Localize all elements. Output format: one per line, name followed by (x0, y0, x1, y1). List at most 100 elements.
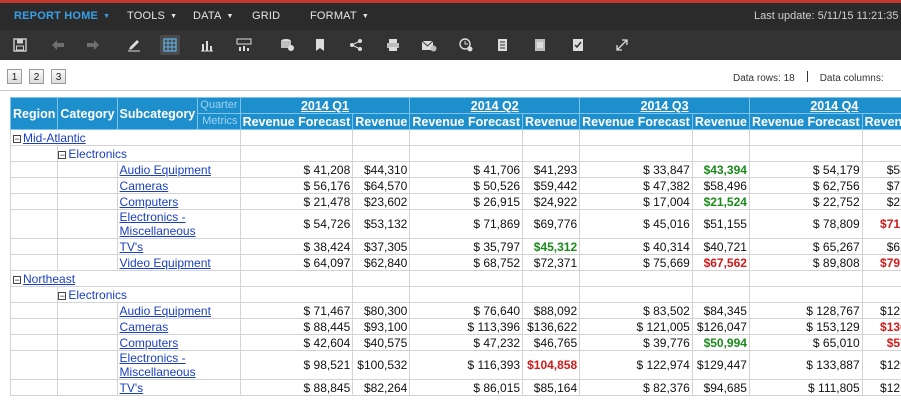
empty-cell (57, 334, 118, 351)
revenue-value: $57,5 (861, 334, 901, 351)
subcategory-link[interactable]: Cameras (120, 320, 169, 334)
page-button-2[interactable]: 2 (29, 69, 44, 84)
column-header-category[interactable]: Category (57, 97, 118, 130)
forecast-value: $ 35,797 (409, 238, 524, 255)
metric-header-revenue[interactable]: Revenue (861, 113, 901, 130)
revenue-value: $21,524 (691, 193, 750, 210)
empty-cell (9, 286, 59, 303)
menu-format[interactable]: FORMAT ▼ (310, 10, 369, 22)
empty-cell (748, 286, 863, 303)
metrics-axis-label: Metrics (197, 113, 241, 130)
subcategory-link[interactable]: Cameras (120, 179, 169, 193)
divider (806, 71, 808, 82)
subcategory-link[interactable]: Electronics - Miscellaneous (120, 211, 238, 238)
export-icon[interactable] (493, 35, 513, 55)
menu-data[interactable]: DATA ▼ (193, 10, 234, 22)
revenue-value: $27,0 (861, 193, 901, 210)
add-data-icon[interactable] (277, 35, 297, 55)
empty-cell (239, 145, 354, 162)
empty-cell (522, 286, 581, 303)
subcategory-link[interactable]: Electronics - Miscellaneous (120, 352, 238, 379)
revenue-value: $129,9 (861, 350, 901, 380)
column-header-region[interactable]: Region (9, 97, 59, 130)
quarter-axis-label: Quarter (197, 97, 241, 114)
region-label: Mid-Atlantic (23, 130, 86, 145)
subcategory-cell: Electronics - Miscellaneous (116, 209, 241, 239)
subcategory-link[interactable]: Audio Equipment (120, 304, 211, 318)
metric-header-revenue[interactable]: Revenue (691, 113, 750, 130)
fullscreen-icon[interactable] (612, 35, 632, 55)
page-button-1[interactable]: 1 (7, 69, 22, 84)
metric-header-forecast[interactable]: Revenue Forecast (579, 113, 693, 130)
forecast-value: $ 54,179 (748, 161, 863, 178)
collapse-icon[interactable]: − (13, 134, 21, 143)
metric-header-forecast[interactable]: Revenue Forecast (239, 113, 354, 130)
menu-tools[interactable]: TOOLS ▼ (127, 10, 177, 22)
subcategory-link[interactable]: Computers (120, 195, 179, 209)
save-icon[interactable] (10, 35, 30, 55)
empty-cell (352, 129, 411, 146)
page-controls: 1 2 3 Data rows: 18 Data columns: (0, 66, 901, 88)
empty-cell (748, 270, 863, 287)
forecast-value: $ 65,267 (748, 238, 863, 255)
subcategory-link[interactable]: TV's (120, 240, 144, 254)
quarter-header[interactable]: 2014 Q4 (748, 97, 901, 114)
empty-cell (9, 177, 59, 194)
metric-header-forecast[interactable]: Revenue Forecast (409, 113, 524, 130)
menu-report-home[interactable]: REPORT HOME ▼ (14, 10, 110, 22)
category-group[interactable]: − Electronics (57, 145, 241, 162)
chart-view-icon[interactable] (197, 35, 217, 55)
empty-cell (691, 270, 750, 287)
table-row: Audio Equipment $ 71,467 $80,300 $ 76,640 $8… (9, 302, 901, 319)
revenue-value: $59,442 (522, 177, 581, 194)
category-group[interactable]: − Electronics (57, 286, 241, 303)
empty-cell (352, 270, 411, 287)
region-group[interactable]: − Northeast (10, 270, 241, 287)
subscribe-icon[interactable] (568, 35, 588, 55)
empty-cell (579, 129, 693, 146)
quarter-header[interactable]: 2014 Q2 (409, 97, 581, 114)
redo-icon[interactable] (83, 35, 103, 55)
collapse-icon[interactable]: − (58, 291, 67, 300)
menu-grid[interactable]: GRID (252, 10, 280, 22)
subcategory-link[interactable]: Audio Equipment (120, 163, 211, 177)
schedule-icon[interactable] (456, 35, 476, 55)
grid-view-icon[interactable] (160, 35, 180, 55)
undo-icon[interactable] (48, 35, 68, 55)
subcategory-link[interactable]: TV's (120, 381, 144, 395)
metric-header-revenue[interactable]: Revenue (522, 113, 581, 130)
revenue-value: $44,310 (352, 161, 411, 178)
subcategory-link[interactable]: Video Equipment (120, 256, 211, 270)
revenue-value: $79,47 (861, 254, 901, 271)
print-icon[interactable] (383, 35, 403, 55)
quarter-header[interactable]: 2014 Q1 (239, 97, 411, 114)
collapse-icon[interactable]: − (13, 275, 21, 284)
subcategory-cell: Computers (116, 193, 241, 210)
empty-cell (57, 318, 118, 335)
forecast-value: $ 62,756 (748, 177, 863, 194)
forecast-value: $ 42,604 (239, 334, 354, 351)
forecast-value: $ 121,005 (579, 318, 693, 335)
quarter-header[interactable]: 2014 Q3 (579, 97, 750, 114)
metric-header-revenue[interactable]: Revenue (352, 113, 411, 130)
revenue-value: $58,2 (861, 161, 901, 178)
forecast-value: $ 65,010 (748, 334, 863, 351)
column-header-subcategory[interactable]: Subcategory (116, 97, 199, 130)
page-button-3[interactable]: 3 (51, 69, 66, 84)
revenue-value: $94,685 (691, 379, 750, 396)
collapse-icon[interactable]: − (58, 150, 67, 159)
bookmark-icon[interactable] (310, 35, 330, 55)
grid-graph-icon[interactable] (234, 35, 254, 55)
data-info: Data rows: 18 Data columns: (733, 71, 884, 84)
metric-header-forecast[interactable]: Revenue Forecast (748, 113, 863, 130)
revenue-value: $58,496 (691, 177, 750, 194)
share-icon[interactable] (346, 35, 366, 55)
revenue-value: $136,622 (522, 318, 581, 335)
table-row: − Electronics (9, 286, 901, 303)
subcategory-link[interactable]: Computers (120, 336, 179, 350)
empty-cell (748, 145, 863, 162)
region-group[interactable]: − Mid-Atlantic (10, 129, 241, 146)
email-icon[interactable] (419, 35, 439, 55)
export-pdf-icon[interactable] (530, 35, 550, 55)
edit-icon[interactable] (124, 35, 144, 55)
